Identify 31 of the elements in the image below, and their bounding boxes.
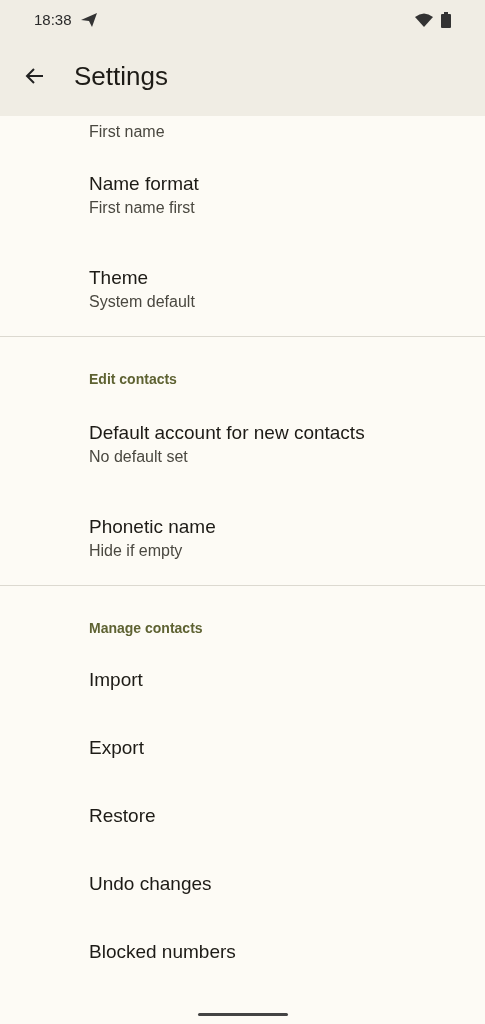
item-subtitle: System default [89,292,196,312]
settings-item[interactable]: Undo changes [0,850,485,918]
settings-item[interactable]: Export [0,714,485,782]
settings-item[interactable]: Default account for new contacts No default set [0,397,485,491]
section-header: Manage contacts [89,620,203,636]
item-subtitle: Hide if empty [89,541,184,561]
settings-item[interactable]: Theme System default [0,242,485,336]
item-title: Theme [89,266,150,290]
settings-item[interactable]: Restore [0,782,485,850]
item-title: Export [89,736,145,760]
item-title: Import [89,668,144,692]
section-header: Edit contacts [89,371,177,387]
send-icon [79,12,98,28]
item-subtitle: First name [89,122,166,142]
item-subtitle: First name first [89,198,196,218]
item-title: Phonetic name [89,515,217,539]
item-title: Default account for new contacts [89,421,366,445]
settings-item[interactable]: Phonetic name Hide if empty [0,491,485,585]
page-title: Settings [74,59,168,93]
wifi-icon [415,13,433,27]
item-title: Restore [89,804,157,828]
status-time: 18:38 [34,9,72,30]
settings-item[interactable]: First name [0,116,485,148]
item-title: Undo changes [89,872,213,896]
item-title: Name format [89,172,200,196]
item-subtitle: No default set [89,447,189,467]
battery-icon [441,12,451,28]
settings-item[interactable]: Import [0,646,485,714]
settings-item[interactable]: Name format First name first [0,148,485,242]
item-title: Blocked numbers [89,940,237,964]
settings-item[interactable]: Blocked numbers [0,918,485,986]
